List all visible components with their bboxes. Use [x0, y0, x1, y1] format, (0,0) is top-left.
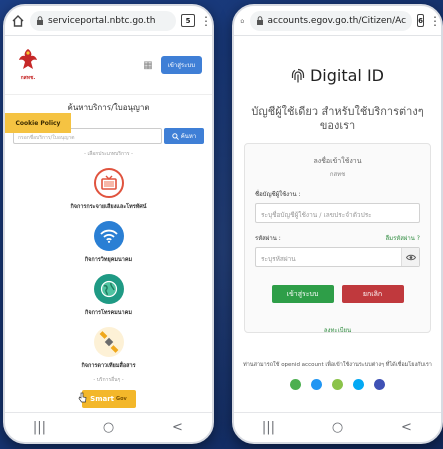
password-label: รหัสผ่าน :: [255, 235, 281, 242]
username-field[interactable]: ระบุชื่อบัญชีผู้ใช้งาน / เลขประจำตัวประ: [255, 203, 420, 223]
logo-label: กสทช.: [20, 75, 36, 81]
openid-providers: [234, 379, 441, 390]
login-card: ลงชื่อเข้าใช้งาน กสทช ชื่อบัญชีผู้ใช้งาน…: [244, 143, 431, 335]
tab-count-button[interactable]: 6: [417, 14, 424, 27]
fingerprint-icon: [291, 68, 305, 82]
login-submit-button[interactable]: เข้าสู่ระบบ: [271, 285, 334, 303]
action-buttons: เข้าสู่ระบบ ยกเลิก: [255, 285, 420, 303]
service-label: กิจการวิทยุคมนาคม: [84, 257, 133, 263]
home-nav-icon[interactable]: ○: [94, 420, 124, 435]
smart-gov-button[interactable]: Smart Gov: [78, 390, 136, 408]
digital-id-page: Digital ID บัญชีผู้ใช้เดียว สำหรับใช้บริ…: [234, 36, 441, 412]
address-bar[interactable]: accounts.egov.go.th/Citizen/Ac: [249, 10, 413, 31]
search-button[interactable]: ค้นหา: [164, 128, 204, 144]
brand-title: Digital ID: [309, 66, 384, 85]
browser-toolbar: accounts.egov.go.th/Citizen/Ac 6 ⋮: [234, 6, 441, 36]
username-label: ชื่อบัญชีผู้ใช้งาน :: [255, 191, 301, 198]
home-icon[interactable]: [11, 14, 25, 28]
lock-icon: [37, 16, 43, 25]
digital-id-brand: Digital ID: [234, 66, 441, 85]
service-satellite[interactable]: กิจการดาวเทียมสื่อสาร: [5, 327, 212, 370]
satellite-icon: [93, 327, 124, 357]
recent-apps-icon[interactable]: |||: [254, 420, 284, 435]
card-title: ลงชื่อเข้าใช้งาน: [313, 157, 362, 165]
password-label-row: รหัสผ่าน : ลืมรหัสผ่าน ?: [255, 223, 420, 243]
smart-sub-label: Gov: [116, 396, 127, 402]
wifi-icon: [93, 221, 124, 251]
cancel-button[interactable]: ยกเลิก: [341, 285, 404, 303]
service-radio[interactable]: กิจการวิทยุคมนาคม: [5, 221, 212, 264]
page-headline: บัญชีผู้ใช้เดียว สำหรับใช้บริการต่างๆ ขอ…: [251, 105, 424, 132]
phone-left: serviceportal.nbtc.go.th 5 ⋮ กสทช. ▦ เข้…: [3, 4, 214, 444]
service-broadcast[interactable]: กิจการกระจายเสียงและโทรทัศน์: [5, 168, 212, 211]
apps-grid-icon[interactable]: ▦: [143, 60, 152, 71]
phone-right: accounts.egov.go.th/Citizen/Ac 6 ⋮ Digit…: [232, 4, 443, 444]
nbtc-logo[interactable]: กสทช.: [15, 47, 41, 83]
search-icon: [172, 132, 179, 140]
provider-facebook-icon[interactable]: [311, 379, 322, 390]
tv-icon: [93, 168, 124, 198]
url-text: accounts.egov.go.th/Citizen/Ac: [267, 15, 407, 26]
address-bar[interactable]: serviceportal.nbtc.go.th: [30, 10, 176, 31]
register-link[interactable]: ลงทะเบียน: [255, 325, 420, 335]
tab-count-button[interactable]: 5: [181, 14, 195, 27]
more-menu-icon[interactable]: ⋮: [200, 15, 212, 27]
garuda-logo-icon: [19, 49, 37, 69]
browser-toolbar: serviceportal.nbtc.go.th 5 ⋮: [5, 6, 212, 36]
globe-icon: [93, 274, 124, 304]
login-button[interactable]: เข้าสู่ระบบ: [160, 56, 202, 74]
url-text: serviceportal.nbtc.go.th: [48, 15, 156, 26]
provider-other-icon[interactable]: [374, 379, 385, 390]
service-label: กิจการกระจายเสียงและโทรทัศน์: [70, 204, 147, 210]
site-header: กสทช. ▦ เข้าสู่ระบบ: [5, 36, 212, 94]
back-icon[interactable]: <: [392, 420, 422, 435]
openid-note: ท่านสามารถใช้ openid account เพื่อเข้าใช…: [243, 362, 432, 368]
recent-apps-icon[interactable]: |||: [25, 420, 55, 435]
service-label: กิจการโทรคมนาคม: [85, 310, 132, 316]
card-subtitle: กสทช: [329, 171, 346, 178]
password-field[interactable]: ระบุรหัสผ่าน: [255, 247, 420, 267]
forgot-password-link[interactable]: ลืมรหัสผ่าน ?: [385, 233, 420, 243]
home-icon[interactable]: [240, 14, 245, 28]
android-nav-bar: ||| ○ <: [234, 412, 441, 442]
show-password-icon[interactable]: [401, 248, 419, 266]
home-nav-icon[interactable]: ○: [323, 420, 353, 435]
provider-twitter-icon[interactable]: [353, 379, 364, 390]
provider-line-icon[interactable]: [290, 379, 301, 390]
cookie-policy-tab[interactable]: Cookie Policy: [5, 113, 71, 133]
service-label: กิจการดาวเทียมสื่อสาร: [81, 363, 136, 369]
hand-pointer-icon: [78, 392, 86, 403]
search-button-label: ค้นหา: [180, 133, 197, 140]
service-telecom[interactable]: กิจการโทรคมนาคม: [5, 274, 212, 317]
lock-icon: [256, 16, 263, 25]
nbtc-page: กสทช. ▦ เข้าสู่ระบบ ค้นหาบริการ/ใบอนุญาต…: [5, 36, 212, 412]
provider-google-icon[interactable]: [332, 379, 343, 390]
other-services-label: - บริการอื่นๆ -: [93, 377, 124, 383]
section-title: ค้นหาบริการ/ใบอนุญาต: [67, 103, 150, 112]
android-nav-bar: ||| ○ <: [5, 412, 212, 442]
smart-label: Smart: [90, 395, 115, 403]
password-placeholder: ระบุรหัสผ่าน: [261, 255, 296, 263]
category-label: - เลือกประเภทบริการ -: [84, 151, 133, 157]
more-menu-icon[interactable]: ⋮: [429, 15, 441, 27]
back-icon[interactable]: <: [163, 420, 193, 435]
